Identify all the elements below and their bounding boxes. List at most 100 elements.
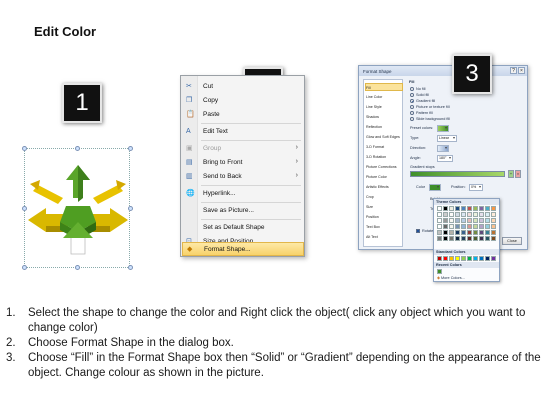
theme-color-swatch[interactable]: [449, 236, 454, 241]
theme-color-swatch[interactable]: [467, 236, 472, 241]
theme-color-swatch[interactable]: [443, 212, 448, 217]
nav-item-reflection[interactable]: Reflection: [366, 123, 402, 131]
standard-color-swatch[interactable]: [449, 256, 454, 261]
theme-color-swatch[interactable]: [467, 212, 472, 217]
theme-color-swatch[interactable]: [491, 212, 496, 217]
theme-color-swatch[interactable]: [455, 236, 460, 241]
nav-item-picture-color[interactable]: Picture Color: [366, 173, 402, 181]
standard-color-swatch[interactable]: [461, 256, 466, 261]
standard-color-swatch[interactable]: [491, 256, 496, 261]
theme-color-swatch[interactable]: [485, 218, 490, 223]
theme-color-swatch[interactable]: [455, 218, 460, 223]
gradient-stops-bar[interactable]: [410, 171, 505, 177]
theme-color-swatch[interactable]: [455, 224, 460, 229]
recent-color-swatch[interactable]: [437, 269, 442, 274]
nav-item-position[interactable]: Position: [366, 213, 402, 221]
theme-color-swatch[interactable]: [485, 206, 490, 211]
slide-bg-fill-radio[interactable]: [410, 117, 414, 121]
nav-item-text-box[interactable]: Text Box: [366, 223, 402, 231]
theme-color-swatch[interactable]: [467, 230, 472, 235]
menu-item-copy[interactable]: ❐ Copy: [182, 94, 304, 108]
solid-fill-radio[interactable]: [410, 93, 414, 97]
theme-color-swatch[interactable]: [485, 236, 490, 241]
nav-item-shadow[interactable]: Shadow: [366, 113, 402, 121]
theme-color-swatch[interactable]: [455, 230, 460, 235]
theme-color-swatch[interactable]: [443, 206, 448, 211]
theme-color-swatch[interactable]: [485, 224, 490, 229]
picture-fill-radio[interactable]: [410, 105, 414, 109]
theme-color-swatch[interactable]: [437, 206, 442, 211]
gradient-fill-radio[interactable]: [410, 99, 414, 103]
position-input[interactable]: 0%: [469, 184, 483, 191]
standard-color-swatch[interactable]: [473, 256, 478, 261]
theme-color-swatch[interactable]: [443, 224, 448, 229]
color-picker-button[interactable]: [429, 184, 441, 191]
theme-color-swatch[interactable]: [437, 218, 442, 223]
menu-item-save-as-picture[interactable]: Save as Picture...: [182, 204, 304, 218]
theme-color-swatch[interactable]: [479, 218, 484, 223]
theme-color-swatch[interactable]: [437, 236, 442, 241]
standard-color-swatch[interactable]: [455, 256, 460, 261]
standard-color-swatch[interactable]: [443, 256, 448, 261]
theme-color-swatch[interactable]: [467, 224, 472, 229]
menu-item-cut[interactable]: ✂ Cut: [182, 80, 304, 94]
nav-item-3d-rotation[interactable]: 3-D Rotation: [366, 153, 402, 161]
menu-item-paste[interactable]: 📋 Paste: [182, 108, 304, 122]
standard-color-swatch[interactable]: [437, 256, 442, 261]
preset-colors-dropdown[interactable]: [437, 125, 449, 132]
theme-color-swatch[interactable]: [437, 224, 442, 229]
theme-color-swatch[interactable]: [491, 236, 496, 241]
pattern-fill-radio[interactable]: [410, 111, 414, 115]
nav-item-artistic-effects[interactable]: Artistic Effects: [366, 183, 402, 191]
type-dropdown[interactable]: Linear: [437, 135, 457, 142]
nav-item-glow[interactable]: Glow and Soft Edges: [366, 133, 402, 141]
theme-color-swatch[interactable]: [479, 206, 484, 211]
theme-color-swatch[interactable]: [437, 212, 442, 217]
theme-color-swatch[interactable]: [461, 206, 466, 211]
nav-item-crop[interactable]: Crop: [366, 193, 402, 201]
theme-color-swatch[interactable]: [491, 230, 496, 235]
nav-item-line-color[interactable]: Line Color: [366, 93, 402, 101]
nav-item-size[interactable]: Size: [366, 203, 402, 211]
menu-item-send-to-back[interactable]: ▥ Send to Back ›: [182, 170, 304, 184]
direction-dropdown[interactable]: [437, 145, 449, 152]
theme-color-swatch[interactable]: [479, 212, 484, 217]
theme-color-swatch[interactable]: [473, 224, 478, 229]
theme-color-swatch[interactable]: [449, 230, 454, 235]
menu-item-bring-to-front[interactable]: ▤ Bring to Front ›: [182, 156, 304, 170]
theme-color-swatch[interactable]: [449, 206, 454, 211]
theme-color-swatch[interactable]: [443, 230, 448, 235]
arrow-burst-shape[interactable]: [18, 140, 138, 270]
theme-color-swatch[interactable]: [443, 218, 448, 223]
standard-color-swatch[interactable]: [479, 256, 484, 261]
theme-color-swatch[interactable]: [467, 206, 472, 211]
theme-color-swatch[interactable]: [461, 236, 466, 241]
nav-item-line-style[interactable]: Line Style: [366, 103, 402, 111]
theme-color-swatch[interactable]: [455, 212, 460, 217]
standard-color-swatch[interactable]: [467, 256, 472, 261]
menu-item-format-shape[interactable]: ◆ Format Shape...: [182, 242, 304, 256]
theme-color-swatch[interactable]: [443, 236, 448, 241]
menu-item-set-default-shape[interactable]: Set as Default Shape: [182, 221, 304, 235]
nav-item-3d-format[interactable]: 3-D Format: [366, 143, 402, 151]
theme-color-swatch[interactable]: [473, 218, 478, 223]
rotate-with-shape-checkbox[interactable]: [416, 229, 420, 233]
theme-color-swatch[interactable]: [467, 218, 472, 223]
menu-item-group[interactable]: ▣ Group ›: [182, 142, 304, 156]
menu-item-hyperlink[interactable]: 🌐 Hyperlink...: [182, 187, 304, 201]
nav-item-fill[interactable]: Fill: [365, 83, 403, 91]
theme-color-swatch[interactable]: [461, 218, 466, 223]
more-colors-link[interactable]: ◈ More Colors...: [437, 275, 465, 280]
theme-color-swatch[interactable]: [491, 206, 496, 211]
theme-color-swatch[interactable]: [491, 224, 496, 229]
close-button[interactable]: Close: [502, 237, 522, 245]
theme-color-swatch[interactable]: [473, 236, 478, 241]
remove-stop-button[interactable]: ×: [515, 170, 521, 178]
close-icon[interactable]: ×: [518, 67, 525, 74]
theme-color-swatch[interactable]: [461, 230, 466, 235]
theme-color-swatch[interactable]: [473, 230, 478, 235]
theme-color-swatch[interactable]: [473, 206, 478, 211]
theme-color-swatch[interactable]: [449, 218, 454, 223]
selected-shape-area[interactable]: [18, 140, 138, 270]
theme-color-swatch[interactable]: [479, 236, 484, 241]
